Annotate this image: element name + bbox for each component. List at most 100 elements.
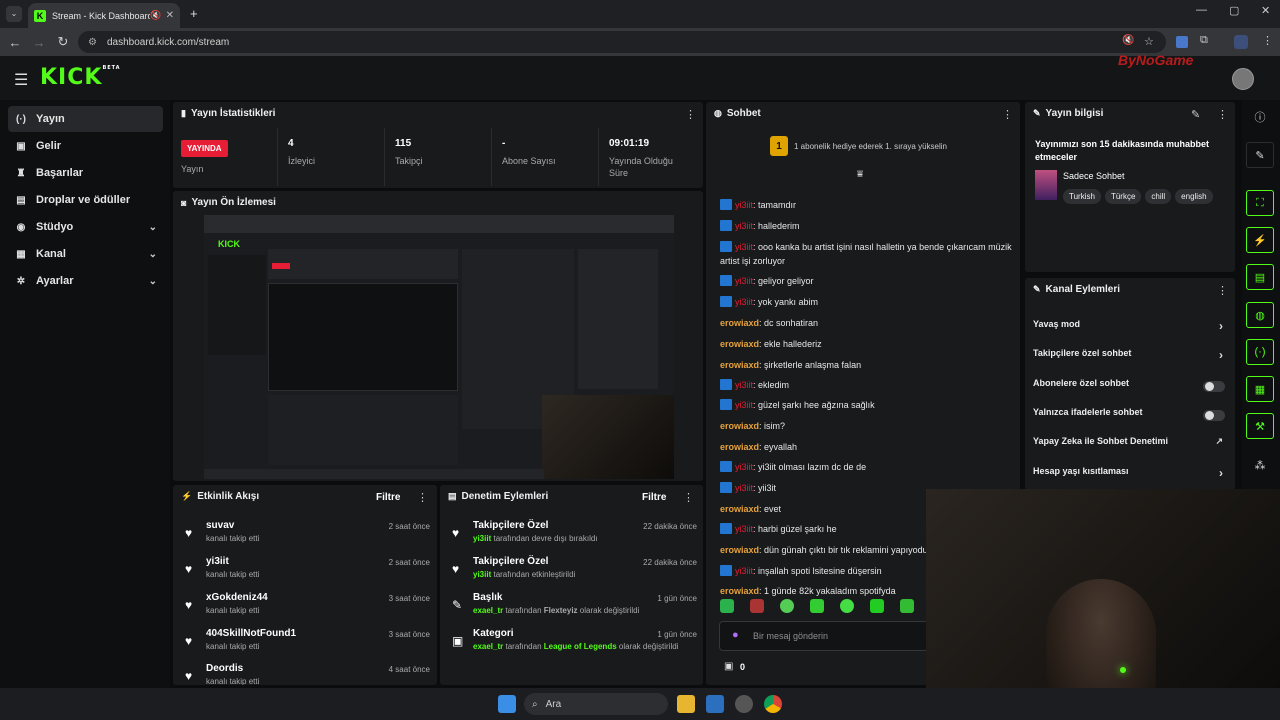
chat-message[interactable]: erowiaxd: ekle hallederiz: [720, 337, 1020, 351]
chat-username[interactable]: yi3iit: [735, 483, 753, 493]
chat-username[interactable]: yi3iit: [735, 221, 753, 231]
extensions-icon[interactable]: ⧉: [1200, 34, 1208, 47]
emotes-only-toggle[interactable]: [1203, 410, 1225, 421]
action-followers-only[interactable]: Takipçilere özel sohbet ›: [1033, 348, 1225, 368]
tag-chip[interactable]: english: [1175, 189, 1213, 204]
chat-username[interactable]: erowiaxd: [720, 318, 759, 328]
more-options-icon[interactable]: ⋮: [1002, 108, 1013, 121]
sidebar-item-kanal[interactable]: ▦ Kanal ⌄: [8, 241, 163, 267]
action-emotes-only[interactable]: Yalnızca ifadelerle sohbet: [1033, 407, 1225, 427]
chat-input[interactable]: ● Bir mesaj gönderin: [719, 621, 949, 651]
moderation-row[interactable]: ▣ Kategori exael_tr tarafından League of L…: [452, 628, 697, 662]
emote-icon[interactable]: [750, 599, 764, 613]
kick-logo[interactable]: KICKBETA: [40, 65, 121, 90]
pinned-toggle-icon[interactable]: ⩸: [857, 169, 863, 180]
emote-icon[interactable]: [870, 599, 884, 613]
user-avatar[interactable]: [1232, 68, 1254, 90]
chat-username[interactable]: erowiaxd: [720, 545, 759, 555]
activity-row[interactable]: ♥ yi3iit kanalı takip etti 2 saat önce: [185, 556, 430, 590]
chat-username[interactable]: yi3iit: [735, 524, 753, 534]
action-subscribers-only[interactable]: Abonelere özel sohbet: [1033, 378, 1225, 398]
chat-message[interactable]: yi3iit: ekledim: [720, 378, 1020, 392]
sidebar-item-droplar[interactable]: ▤ Droplar ve ödüller: [8, 187, 163, 213]
tag-chip[interactable]: Turkish: [1063, 189, 1101, 204]
muted-site-icon[interactable]: 🔇: [1122, 35, 1134, 46]
activity-row[interactable]: ♥ 404SkillNotFound1 kanalı takip etti 3 saa…: [185, 628, 430, 662]
sidebar-item-yayin[interactable]: (·) Yayın: [8, 106, 163, 132]
more-options-icon[interactable]: ⋮: [417, 491, 428, 504]
close-window-icon[interactable]: ✕: [1261, 4, 1270, 17]
chat-message[interactable]: yi3iit: tamamdır: [720, 198, 1020, 212]
chat-message[interactable]: yi3iit: geliyor geliyor: [720, 274, 1020, 288]
chat-message[interactable]: yi3iit: güzel şarkı hee ağzına sağlık: [720, 398, 1020, 412]
file-explorer-icon[interactable]: [677, 695, 695, 713]
emote-icon[interactable]: [780, 599, 794, 613]
panels-icon[interactable]: ▦: [1246, 376, 1274, 402]
sidebar-item-studyo[interactable]: ◉ Stüdyo ⌄: [8, 214, 163, 240]
browser-menu-icon[interactable]: ⋮: [1262, 34, 1273, 47]
more-options-icon[interactable]: ⋮: [685, 108, 696, 121]
edit-pencil-icon[interactable]: ✎: [1191, 108, 1200, 121]
chat-icon[interactable]: ◍: [1246, 302, 1274, 328]
maximize-window-icon[interactable]: ▢: [1229, 4, 1239, 17]
chat-username[interactable]: yi3iit: [735, 462, 753, 472]
emote-icon[interactable]: [720, 599, 734, 613]
chrome-icon[interactable]: [764, 695, 782, 713]
chat-username[interactable]: erowiaxd: [720, 339, 759, 349]
obs-icon[interactable]: [735, 695, 753, 713]
windows-start-icon[interactable]: [498, 695, 516, 713]
chat-message[interactable]: erowiaxd: eyvallah: [720, 440, 1020, 454]
chat-username[interactable]: erowiaxd: [720, 504, 759, 514]
microphone-icon[interactable]: ●: [732, 629, 739, 641]
info-icon[interactable]: ⓘ: [1246, 104, 1274, 130]
shapes-icon[interactable]: ⁂: [1246, 452, 1274, 478]
chat-username[interactable]: yi3iit: [735, 276, 753, 286]
tag-chip[interactable]: Türkçe: [1104, 189, 1142, 204]
sidebar-item-ayarlar[interactable]: ✲ Ayarlar ⌄: [8, 268, 163, 294]
chat-message[interactable]: yi3iit: yi3iit olması lazım dc de de: [720, 460, 1020, 474]
action-ai-moderation[interactable]: Yapay Zeka ile Sohbet Denetimi ↗: [1033, 436, 1225, 456]
wrench-icon[interactable]: ⚒: [1246, 413, 1274, 439]
profile-icon[interactable]: [1234, 35, 1248, 49]
emote-icon[interactable]: [810, 599, 824, 613]
chat-message[interactable]: erowiaxd: dc sonhatiran: [720, 316, 1020, 330]
chat-message[interactable]: yi3iit: hallederim: [720, 219, 1020, 233]
tab-list-icon[interactable]: ⌄: [6, 6, 22, 22]
close-tab-icon[interactable]: ✕: [166, 10, 174, 21]
chat-username[interactable]: yi3iit: [735, 297, 753, 307]
sidebar-item-basarilar[interactable]: ♜ Başarılar: [8, 160, 163, 186]
emote-icon[interactable]: [840, 599, 854, 613]
back-icon[interactable]: ←: [3, 35, 27, 50]
subscribers-only-toggle[interactable]: [1203, 381, 1225, 392]
more-options-icon[interactable]: ⋮: [1217, 284, 1228, 297]
filter-button[interactable]: Filtre: [376, 492, 400, 503]
chat-username[interactable]: yi3iit: [735, 380, 753, 390]
reload-icon[interactable]: ↻: [51, 34, 75, 50]
app-icon[interactable]: [706, 695, 724, 713]
chat-username[interactable]: erowiaxd: [720, 360, 759, 370]
chat-username[interactable]: erowiaxd: [720, 442, 759, 452]
filter-button[interactable]: Filtre: [642, 492, 666, 503]
edit-icon[interactable]: ✎: [1246, 142, 1274, 168]
site-info-icon[interactable]: ⚙: [88, 37, 97, 48]
moderation-row[interactable]: ✎ Başlık exael_tr tarafından Flexteyiz ola…: [452, 592, 697, 626]
address-bar[interactable]: ⚙ dashboard.kick.com/stream 🔇 ☆: [78, 31, 1166, 53]
chat-username[interactable]: yi3iit: [735, 242, 753, 252]
activity-row[interactable]: ♥ suvav kanalı takip etti 2 saat önce: [185, 520, 430, 554]
activity-row[interactable]: ♥ Deordis kanalı takip etti 4 saat önce: [185, 663, 430, 685]
stream-preview-video[interactable]: KICK: [204, 215, 674, 479]
gift-rank-banner[interactable]: 1 1 abonelik hediye ederek 1. sıraya yük…: [770, 136, 947, 156]
points-icon[interactable]: ▣: [724, 661, 733, 672]
browser-tab[interactable]: K Stream - Kick Dashboard 🔇 ✕: [28, 3, 180, 28]
mute-tab-icon[interactable]: 🔇: [150, 10, 161, 21]
action-slow-mode[interactable]: Yavaş mod ›: [1033, 319, 1225, 339]
chat-username[interactable]: yi3iit: [735, 566, 753, 576]
chat-username[interactable]: erowiaxd: [720, 586, 759, 596]
moderation-row[interactable]: ♥ Takipçilere Özel yi3iit tarafından devre…: [452, 520, 697, 554]
chat-username[interactable]: yi3iit: [735, 200, 753, 210]
chat-message[interactable]: erowiaxd: şirketlerle anlaşma falan: [720, 358, 1020, 372]
more-options-icon[interactable]: ⋮: [683, 491, 694, 504]
sidebar-item-gelir[interactable]: ▣ Gelir: [8, 133, 163, 159]
chat-username[interactable]: yi3iit: [735, 400, 753, 410]
moderation-row[interactable]: ♥ Takipçilere Özel yi3iit tarafından etkin…: [452, 556, 697, 590]
